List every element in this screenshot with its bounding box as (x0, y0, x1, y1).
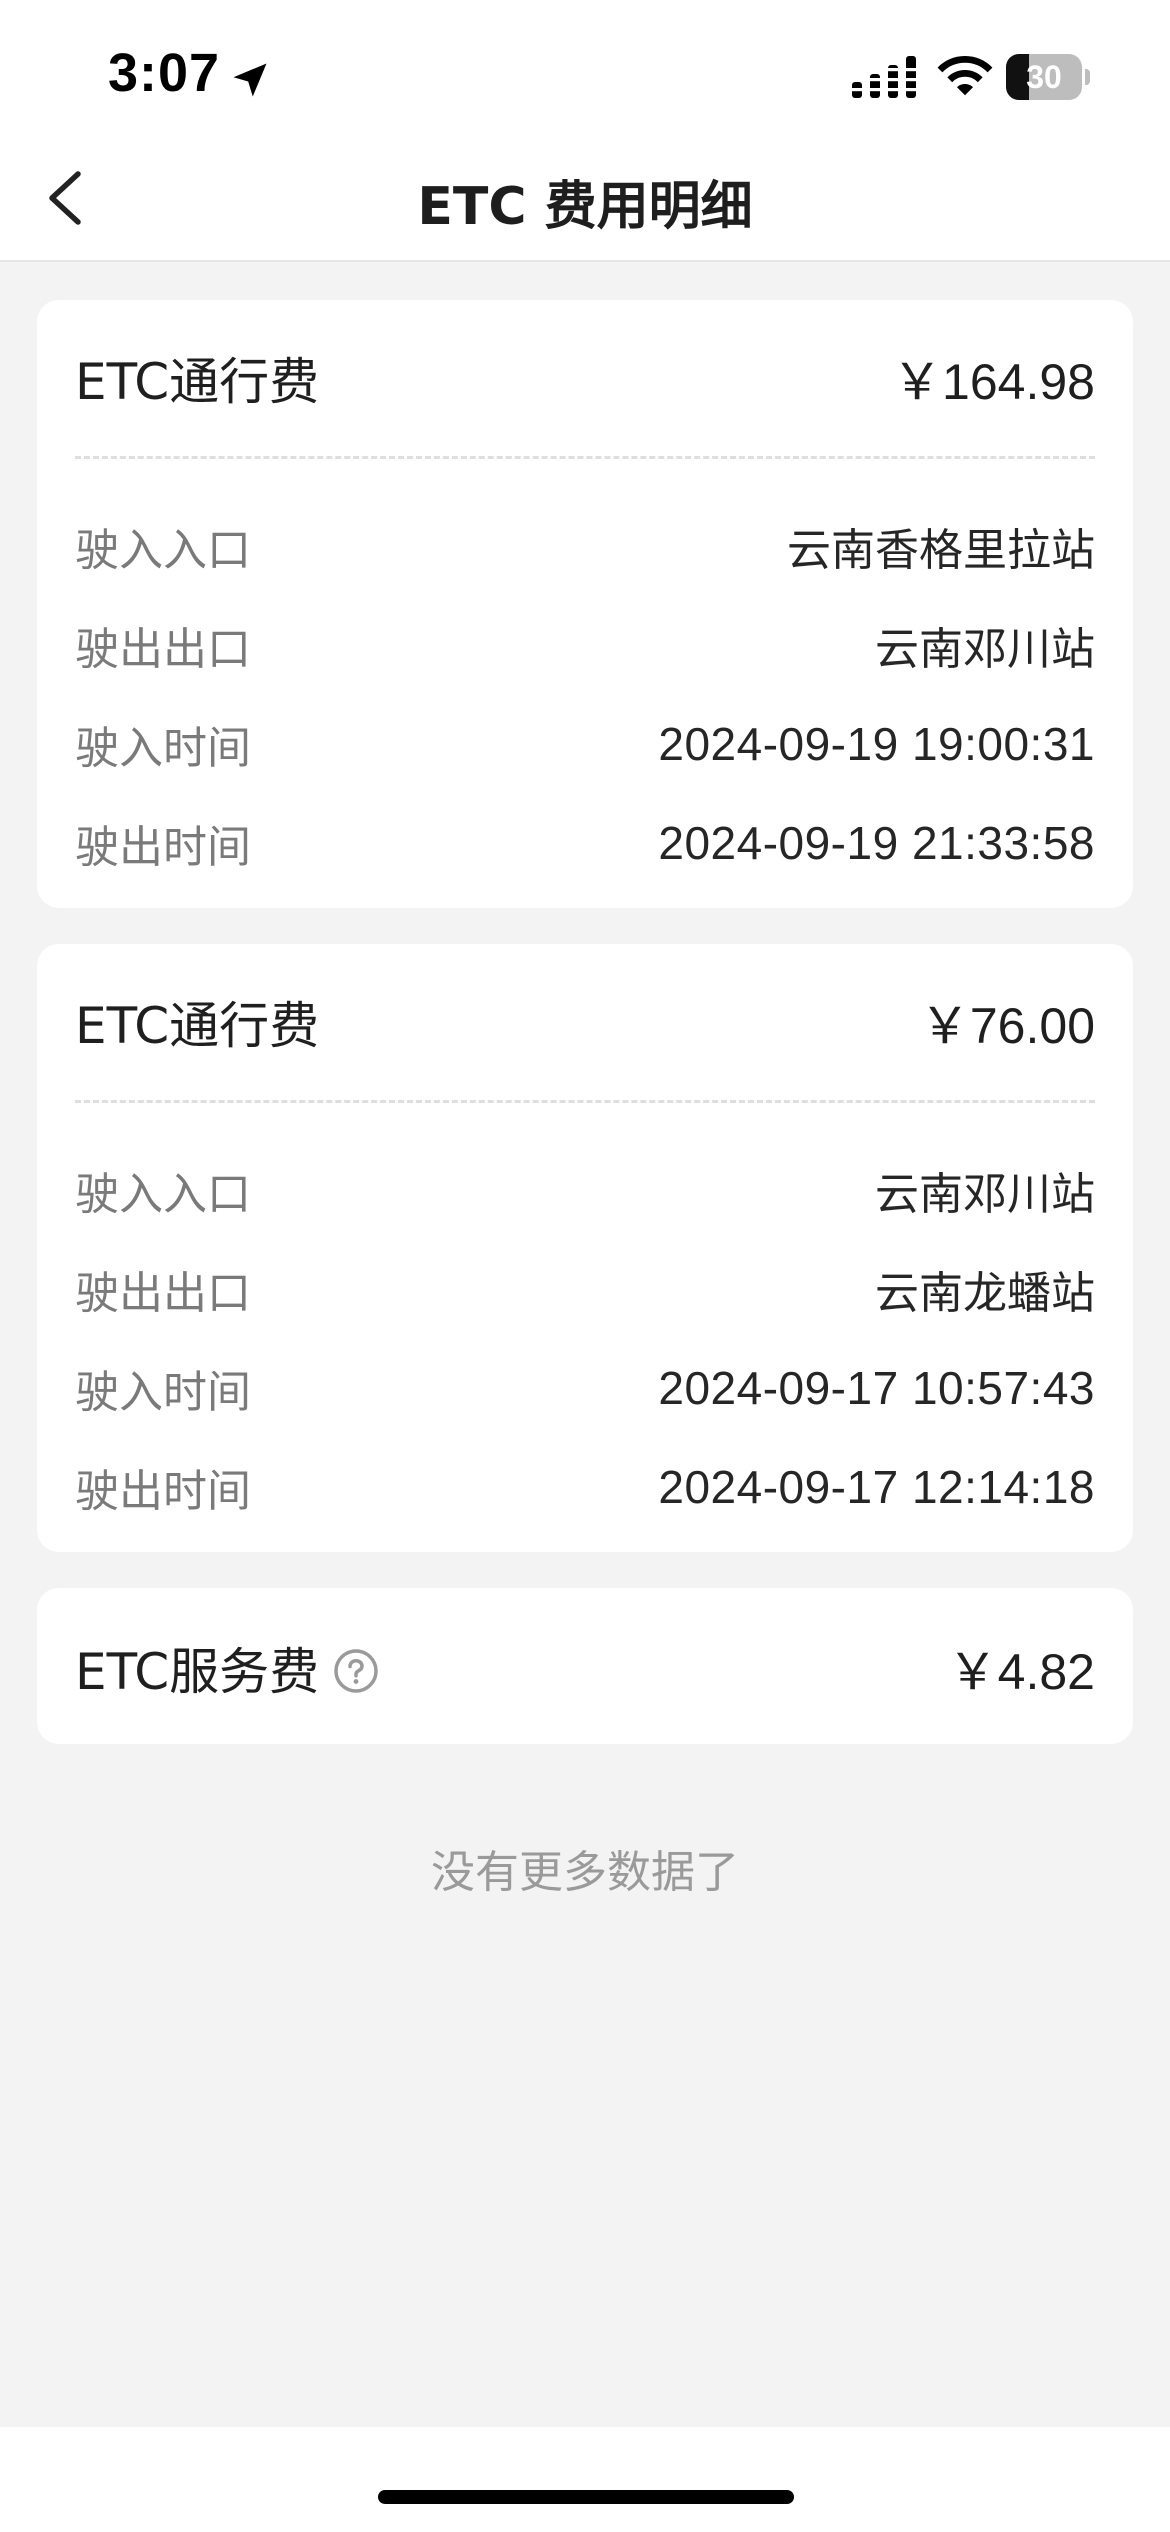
home-indicator[interactable] (378, 2490, 794, 2504)
row-value: 2024-09-19 21:33:58 (658, 816, 1095, 869)
card-header: ETC服务费 ￥4.82 (75, 1636, 1095, 1701)
battery-level: 30 (1026, 59, 1062, 95)
row-value: 2024-09-17 12:14:18 (658, 1460, 1095, 1513)
detail-row-entry-station: 驶入入口 云南香格里拉站 (75, 496, 1095, 595)
row-value: 2024-09-19 19:00:31 (658, 717, 1095, 770)
screen: 3:07 30 ETC 费用明细 ETC通行费 ￥164.98 驶入入口 云南香… (0, 0, 1170, 2532)
card-header: ETC通行费 ￥76.00 (75, 990, 1095, 1055)
detail-rows: 驶入入口 云南香格里拉站 驶出出口 云南邓川站 驶入时间 2024-09-19 … (75, 496, 1095, 892)
row-value: 云南邓川站 (875, 1168, 1095, 1220)
row-label: 驶出出口 (75, 1267, 251, 1319)
page-title: ETC 费用明细 (417, 177, 753, 237)
fee-title: ETC通行费 (75, 353, 320, 411)
row-value: 云南香格里拉站 (787, 524, 1095, 576)
row-label: 驶出时间 (75, 821, 251, 873)
detail-row-exit-time: 驶出时间 2024-09-17 12:14:18 (75, 1437, 1095, 1536)
row-label: 驶出时间 (75, 1465, 251, 1517)
bottom-safe-area (0, 2427, 1170, 2532)
toll-record-card: ETC通行费 ￥76.00 驶入入口 云南邓川站 驶出出口 云南龙蟠站 驶入时间… (37, 944, 1133, 1552)
header: 3:07 30 ETC 费用明细 (0, 0, 1170, 262)
card-header: ETC通行费 ￥164.98 (75, 346, 1095, 411)
detail-row-exit-station: 驶出出口 云南邓川站 (75, 595, 1095, 694)
row-label: 驶出出口 (75, 623, 251, 675)
row-label: 驶入时间 (75, 722, 251, 774)
status-time: 3:07 (108, 43, 221, 103)
detail-row-entry-time: 驶入时间 2024-09-19 19:00:31 (75, 694, 1095, 793)
fee-amount: ￥4.82 (947, 1644, 1095, 1700)
question-circle-icon[interactable] (333, 1648, 379, 1694)
detail-row-entry-time: 驶入时间 2024-09-17 10:57:43 (75, 1338, 1095, 1437)
no-more-data-text: 没有更多数据了 (431, 1847, 739, 1898)
fee-amount: ￥76.00 (919, 998, 1095, 1054)
row-value: 2024-09-17 10:57:43 (658, 1361, 1095, 1414)
row-value: 云南龙蟠站 (875, 1267, 1095, 1319)
service-fee-title-group: ETC服务费 (75, 1632, 379, 1704)
detail-row-exit-time: 驶出时间 2024-09-19 21:33:58 (75, 793, 1095, 892)
row-value: 云南邓川站 (875, 623, 1095, 675)
row-label: 驶入入口 (75, 1168, 251, 1220)
detail-row-entry-station: 驶入入口 云南邓川站 (75, 1140, 1095, 1239)
dashed-divider (75, 456, 1095, 459)
fee-title: ETC服务费 (75, 1643, 320, 1701)
fee-amount: ￥164.98 (892, 354, 1095, 410)
toll-record-card: ETC通行费 ￥164.98 驶入入口 云南香格里拉站 驶出出口 云南邓川站 驶… (37, 300, 1133, 908)
wifi-icon (937, 56, 993, 96)
row-label: 驶入时间 (75, 1366, 251, 1418)
battery-icon: 30 (1006, 54, 1090, 100)
location-arrow-icon (233, 63, 267, 97)
service-fee-card: ETC服务费 ￥4.82 (37, 1588, 1133, 1744)
detail-row-exit-station: 驶出出口 云南龙蟠站 (75, 1239, 1095, 1338)
row-label: 驶入入口 (75, 524, 251, 576)
cellular-signal-icon (852, 56, 916, 98)
fee-title: ETC通行费 (75, 997, 320, 1055)
dashed-divider (75, 1100, 1095, 1103)
detail-rows: 驶入入口 云南邓川站 驶出出口 云南龙蟠站 驶入时间 2024-09-17 10… (75, 1140, 1095, 1536)
